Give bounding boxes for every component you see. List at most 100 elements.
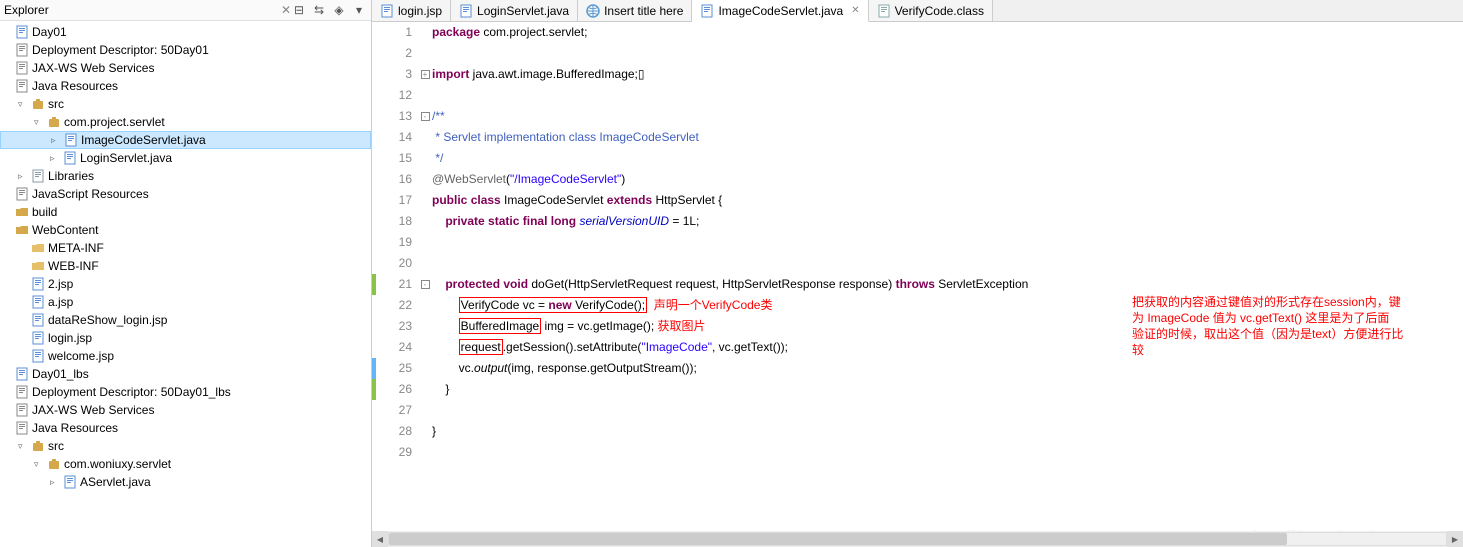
tree-item[interactable]: a.jsp xyxy=(0,293,371,311)
code-line[interactable]: */ xyxy=(432,148,1463,169)
code-line[interactable] xyxy=(432,232,1463,253)
code-line[interactable] xyxy=(432,85,1463,106)
code-line[interactable]: } xyxy=(432,421,1463,442)
tree-item[interactable]: Day01 xyxy=(0,23,371,41)
code-line[interactable]: } xyxy=(432,379,1463,400)
dd-icon xyxy=(14,42,30,58)
tree-item[interactable]: JAX-WS Web Services xyxy=(0,401,371,419)
tree-item[interactable]: META-INF xyxy=(0,239,371,257)
tree-item[interactable]: Java Resources xyxy=(0,77,371,95)
tree-item[interactable]: Deployment Descriptor: 50Day01_lbs xyxy=(0,383,371,401)
explorer-title: Explorer xyxy=(4,3,277,17)
editor-body[interactable]: 123121314151617181920212223242526272829 … xyxy=(372,22,1463,547)
horizontal-scrollbar[interactable]: ◀ ▶ xyxy=(372,531,1463,547)
tree-item[interactable]: ▿src xyxy=(0,437,371,455)
tree-item-label: a.jsp xyxy=(48,295,73,309)
code-line[interactable] xyxy=(432,253,1463,274)
fold-column[interactable]: + - - xyxy=(418,22,432,547)
tree-item-label: Deployment Descriptor: 50Day01_lbs xyxy=(32,385,231,399)
scroll-thumb[interactable] xyxy=(389,533,1287,545)
tree-item-label: ImageCodeServlet.java xyxy=(81,133,206,147)
expand-arrow[interactable]: ▿ xyxy=(18,99,30,110)
code-line[interactable]: private static final long serialVersionU… xyxy=(432,211,1463,232)
code-line[interactable]: * Servlet implementation class ImageCode… xyxy=(432,127,1463,148)
scroll-track[interactable] xyxy=(388,532,1447,546)
tab-label: VerifyCode.class xyxy=(895,4,984,18)
code-line[interactable]: /** xyxy=(432,106,1463,127)
fold-toggle[interactable]: - xyxy=(421,112,430,121)
jsp-icon xyxy=(30,276,46,292)
expand-arrow[interactable]: ▹ xyxy=(50,153,62,164)
tree-item-label: WEB-INF xyxy=(48,259,99,273)
editor-tab[interactable]: LoginServlet.java xyxy=(451,0,578,21)
tree-item[interactable]: login.jsp xyxy=(0,329,371,347)
tree-item[interactable]: Day01_lbs xyxy=(0,365,371,383)
expand-arrow[interactable]: ▿ xyxy=(18,441,30,452)
tree-item[interactable]: ▿src xyxy=(0,95,371,113)
tree-item[interactable]: Java Resources xyxy=(0,419,371,437)
tree-item[interactable]: welcome.jsp xyxy=(0,347,371,365)
tree-item[interactable]: build xyxy=(0,203,371,221)
lib-icon xyxy=(30,168,46,184)
tree-item-label: login.jsp xyxy=(48,331,92,345)
tree-item[interactable]: ▿com.woniuxy.servlet xyxy=(0,455,371,473)
tree-item[interactable]: dataReShow_login.jsp xyxy=(0,311,371,329)
tree-item[interactable]: JAX-WS Web Services xyxy=(0,59,371,77)
tab-label: ImageCodeServlet.java xyxy=(718,4,843,18)
explorer-tree[interactable]: Day01Deployment Descriptor: 50Day01JAX-W… xyxy=(0,21,371,493)
scroll-left-button[interactable]: ◀ xyxy=(372,531,388,547)
pkg-icon xyxy=(46,114,62,130)
tree-item-label: dataReShow_login.jsp xyxy=(48,313,167,327)
focus-icon[interactable]: ◈ xyxy=(331,2,347,18)
tree-item[interactable]: Deployment Descriptor: 50Day01 xyxy=(0,41,371,59)
explorer-toolbar: ⊟ ⇆ ◈ ▾ xyxy=(291,2,367,18)
fold-toggle[interactable]: - xyxy=(421,280,430,289)
editor-tab[interactable]: login.jsp xyxy=(372,0,451,21)
link-icon[interactable]: ⇆ xyxy=(311,2,327,18)
expand-arrow[interactable]: ▹ xyxy=(18,171,30,182)
menu-icon[interactable]: ▾ xyxy=(351,2,367,18)
code-line[interactable] xyxy=(432,400,1463,421)
code-line[interactable]: package com.project.servlet; xyxy=(432,22,1463,43)
dd-icon xyxy=(14,384,30,400)
tree-item[interactable]: ▹LoginServlet.java xyxy=(0,149,371,167)
tree-item[interactable]: WEB-INF xyxy=(0,257,371,275)
side-annotation: 把获取的内容通过键值对的形式存在session内，键为 ImageCode 值为… xyxy=(1132,294,1403,358)
expand-arrow[interactable]: ▿ xyxy=(34,117,46,128)
fold-toggle[interactable]: + xyxy=(421,70,430,79)
editor-tab[interactable]: VerifyCode.class xyxy=(869,0,993,21)
close-icon[interactable]: ✕ xyxy=(281,3,291,17)
tree-item[interactable]: ▹ Libraries xyxy=(0,167,371,185)
tree-item-label: Java Resources xyxy=(32,421,118,435)
tree-item[interactable]: 2.jsp xyxy=(0,275,371,293)
code-line[interactable] xyxy=(432,442,1463,463)
jsp-icon xyxy=(30,330,46,346)
expand-arrow[interactable]: ▹ xyxy=(50,477,62,488)
folder-icon xyxy=(14,222,30,238)
tree-item-label: 2.jsp xyxy=(48,277,73,291)
collapse-icon[interactable]: ⊟ xyxy=(291,2,307,18)
scroll-right-button[interactable]: ▶ xyxy=(1447,531,1463,547)
editor-tab[interactable]: ImageCodeServlet.java ✕ xyxy=(692,0,868,22)
close-icon[interactable]: ✕ xyxy=(851,5,859,16)
code-line[interactable]: protected void doGet(HttpServletRequest … xyxy=(432,274,1463,295)
tab-label: login.jsp xyxy=(398,4,442,18)
expand-arrow[interactable]: ▹ xyxy=(51,135,63,146)
tree-item[interactable]: ▹ ImageCodeServlet.java xyxy=(0,131,371,149)
code-line[interactable]: public class ImageCodeServlet extends Ht… xyxy=(432,190,1463,211)
tree-item[interactable]: ▿com.project.servlet xyxy=(0,113,371,131)
code-line[interactable] xyxy=(432,43,1463,64)
code-line[interactable]: import java.awt.image.BufferedImage;▯ xyxy=(432,64,1463,85)
tree-item[interactable]: ▹AServlet.java xyxy=(0,473,371,491)
code-line[interactable]: @WebServlet("/ImageCodeServlet") xyxy=(432,169,1463,190)
java-icon xyxy=(63,132,79,148)
tree-item-label: Day01_lbs xyxy=(32,367,89,381)
editor-tab[interactable]: Insert title here xyxy=(578,0,692,21)
marker-column xyxy=(372,22,386,547)
tree-item-label: Libraries xyxy=(48,169,94,183)
tree-item[interactable]: WebContent xyxy=(0,221,371,239)
expand-arrow[interactable]: ▿ xyxy=(34,459,46,470)
code-line[interactable]: vc.output(img, response.getOutputStream(… xyxy=(432,358,1463,379)
code-content[interactable]: 把获取的内容通过键值对的形式存在session内，键为 ImageCode 值为… xyxy=(432,22,1463,547)
tree-item[interactable]: JavaScript Resources xyxy=(0,185,371,203)
